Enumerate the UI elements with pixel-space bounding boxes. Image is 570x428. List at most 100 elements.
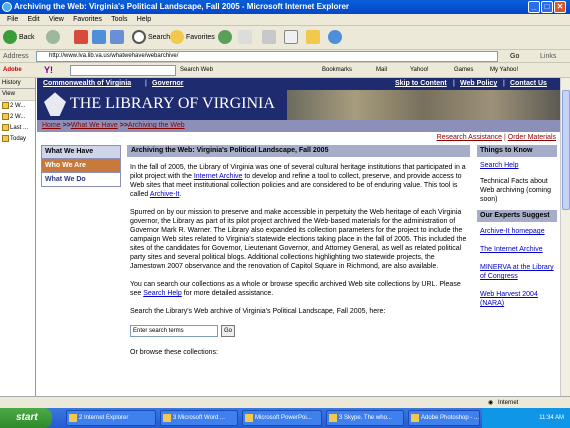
- menu-favorites[interactable]: Favorites: [73, 14, 102, 26]
- yahoo-link[interactable]: Yahoo!: [410, 63, 429, 78]
- search-button[interactable]: Search: [132, 30, 170, 46]
- search-web-button[interactable]: Search Web: [180, 63, 213, 78]
- games-link[interactable]: Games: [454, 63, 473, 78]
- ie-icon: [69, 414, 77, 422]
- research-assistance-link[interactable]: Research Assistance: [437, 134, 502, 141]
- skype-icon: [329, 414, 337, 422]
- left-nav: What We Have Who We Are What We Do: [41, 145, 121, 187]
- archive-it-homepage-link[interactable]: Archive-It homepage: [477, 227, 557, 236]
- powerpoint-icon: [245, 414, 253, 422]
- skip-to-content-link[interactable]: Skip to Content: [395, 78, 447, 90]
- nav-what-we-do[interactable]: What We Do: [41, 173, 121, 187]
- archive-search-go-button[interactable]: Go: [221, 325, 235, 337]
- archive-search-form: Enter search terms Go: [130, 325, 470, 339]
- minerva-link[interactable]: MINERVA at the Library of Congress: [477, 263, 557, 281]
- star-icon: [170, 30, 184, 45]
- nav-who-we-are[interactable]: Who We Are: [41, 159, 121, 173]
- start-button[interactable]: start: [0, 408, 52, 428]
- home-button[interactable]: [110, 30, 126, 46]
- taskbar-item[interactable]: Microsoft PowerPoi...: [242, 410, 322, 426]
- photoshop-icon: [411, 414, 419, 422]
- menu-tools[interactable]: Tools: [111, 14, 127, 26]
- minimize-button[interactable]: _: [528, 1, 540, 13]
- history-button[interactable]: [218, 30, 234, 46]
- menu-help[interactable]: Help: [137, 14, 151, 26]
- adobe-button[interactable]: Adobe: [3, 63, 22, 78]
- history-item[interactable]: 2 W...: [0, 112, 35, 123]
- page-content: Commonwealth of Virginia | Governor Skip…: [37, 78, 560, 396]
- taskbar-item[interactable]: 3 Skype. The who...: [326, 410, 404, 426]
- search-help-paragraph: You can search our collections as a whol…: [130, 281, 461, 297]
- breadcrumb-archiving[interactable]: Archiving the Web: [128, 122, 185, 129]
- web-harvest-link[interactable]: Web Harvest 2004 (NARA): [477, 290, 557, 308]
- address-input[interactable]: http://www.lva.lib.va.us/whatwehave/weba…: [36, 51, 498, 62]
- internet-archive-link[interactable]: Internet Archive: [194, 173, 243, 180]
- history-item[interactable]: 2 W...: [0, 101, 35, 112]
- commonwealth-link[interactable]: Commonwealth of Virginia: [43, 78, 131, 90]
- scrollbar-thumb[interactable]: [562, 90, 570, 210]
- search-help-link[interactable]: Search Help: [143, 290, 182, 297]
- mail-link[interactable]: Mail: [376, 63, 387, 78]
- archive-search-input[interactable]: Enter search terms: [130, 325, 218, 337]
- breadcrumb-what-we-have[interactable]: What We Have: [71, 122, 118, 129]
- things-to-know-header: Things to Know: [477, 145, 557, 157]
- menu-bar: File Edit View Favorites Tools Help: [0, 14, 570, 26]
- favorites-button[interactable]: Favorites: [170, 30, 215, 46]
- status-bar: ◉ Internet: [0, 396, 570, 408]
- back-arrow-icon: [3, 30, 17, 45]
- breadcrumb-home[interactable]: Home: [42, 122, 61, 129]
- menu-edit[interactable]: Edit: [28, 14, 40, 26]
- clock[interactable]: 11:34 AM: [539, 415, 564, 421]
- web-policy-link[interactable]: Web Policy: [460, 78, 497, 90]
- menu-file[interactable]: File: [7, 14, 18, 26]
- menu-view[interactable]: View: [49, 14, 64, 26]
- my-yahoo-link[interactable]: My Yahoo!: [490, 63, 518, 78]
- governor-link[interactable]: Governor: [152, 78, 184, 90]
- ie-icon: [2, 2, 12, 12]
- site-banner: Commonwealth of Virginia | Governor Skip…: [37, 78, 560, 120]
- messenger-icon: [328, 30, 342, 45]
- bookmarks-button[interactable]: Bookmarks: [322, 63, 352, 78]
- archive-it-link[interactable]: Archive-It: [150, 191, 180, 198]
- yahoo-search-input[interactable]: [70, 65, 176, 76]
- stop-icon: [74, 30, 88, 45]
- links-button[interactable]: Links: [540, 50, 556, 63]
- toolbar: Back Search Favorites: [0, 26, 570, 50]
- taskbar-item[interactable]: 3 Microsoft Word ...: [160, 410, 238, 426]
- folder-icon: [2, 134, 9, 142]
- internet-archive-sidebar-link[interactable]: The Internet Archive: [477, 245, 557, 254]
- edit-icon: [284, 30, 298, 45]
- search-help-sidebar-link[interactable]: Search Help: [477, 161, 557, 170]
- folder-icon: [306, 30, 320, 45]
- maximize-button[interactable]: □: [541, 1, 553, 13]
- stop-button[interactable]: [74, 30, 90, 46]
- mail-button[interactable]: [238, 30, 254, 46]
- yahoo-logo[interactable]: Y!: [44, 63, 53, 78]
- forward-arrow-icon: [46, 30, 60, 45]
- print-button[interactable]: [262, 30, 278, 46]
- edit-button[interactable]: [284, 30, 300, 46]
- folder-icon: [2, 123, 9, 131]
- library-logo[interactable]: THE LIBRARY OF VIRGINIA: [44, 92, 275, 117]
- history-view-button[interactable]: View: [0, 89, 35, 101]
- address-label: Address: [3, 53, 29, 60]
- taskbar-item[interactable]: Adobe Photoshop - ...: [408, 410, 480, 426]
- close-button[interactable]: ✕: [554, 1, 566, 13]
- history-item[interactable]: Last ...: [0, 123, 35, 134]
- back-button[interactable]: Back: [3, 30, 35, 46]
- history-item[interactable]: Today: [0, 134, 35, 145]
- contact-us-link[interactable]: Contact Us: [510, 78, 547, 90]
- intro-paragraph: In the fall of 2005, the Library of Virg…: [130, 164, 466, 198]
- taskbar: start 2 Internet Explorer 3 Microsoft Wo…: [0, 408, 570, 428]
- folder-button[interactable]: [306, 30, 322, 46]
- breadcrumb: Home >>What We Have >>Archiving the Web: [37, 120, 560, 132]
- left-nav-header[interactable]: What We Have: [41, 145, 121, 159]
- vertical-scrollbar[interactable]: [560, 78, 570, 396]
- history-header: History: [0, 78, 35, 89]
- order-materials-link[interactable]: Order Materials: [508, 134, 556, 141]
- refresh-button[interactable]: [92, 30, 108, 46]
- forward-button[interactable]: [46, 30, 62, 46]
- taskbar-item[interactable]: 2 Internet Explorer: [66, 410, 156, 426]
- go-button[interactable]: Go: [510, 50, 519, 63]
- messenger-button[interactable]: [328, 30, 344, 46]
